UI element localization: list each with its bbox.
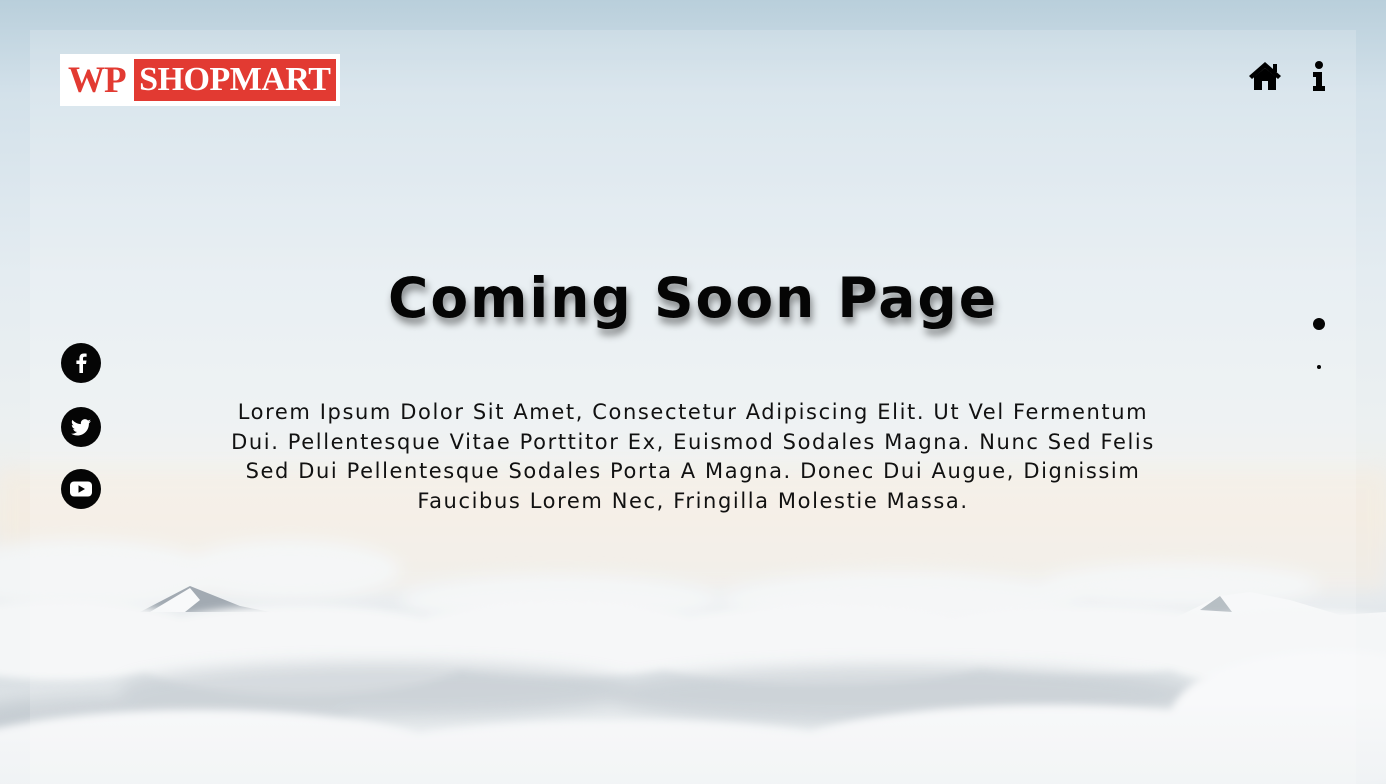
home-icon [1249,62,1281,90]
youtube-icon [70,481,92,497]
facebook-button[interactable] [61,343,101,383]
cloud-background [0,0,1386,784]
youtube-button[interactable] [61,469,101,509]
twitter-icon [71,418,91,435]
cloud-image [0,470,1386,784]
facebook-icon [76,353,87,373]
page-description: Lorem Ipsum Dolor Sit Amet, Consectetur … [231,400,1155,513]
slide-dot-2[interactable] [1317,365,1321,369]
logo[interactable]: WP SHOPMART [60,54,340,106]
twitter-button[interactable] [61,407,101,447]
info-icon [1313,61,1325,91]
home-button[interactable] [1247,58,1283,94]
slide-dot-1[interactable] [1313,318,1325,330]
page-title: Coming Soon Page [387,266,999,330]
info-button[interactable] [1306,58,1332,94]
logo-name: SHOPMART [133,59,336,101]
logo-prefix: WP [68,59,127,101]
